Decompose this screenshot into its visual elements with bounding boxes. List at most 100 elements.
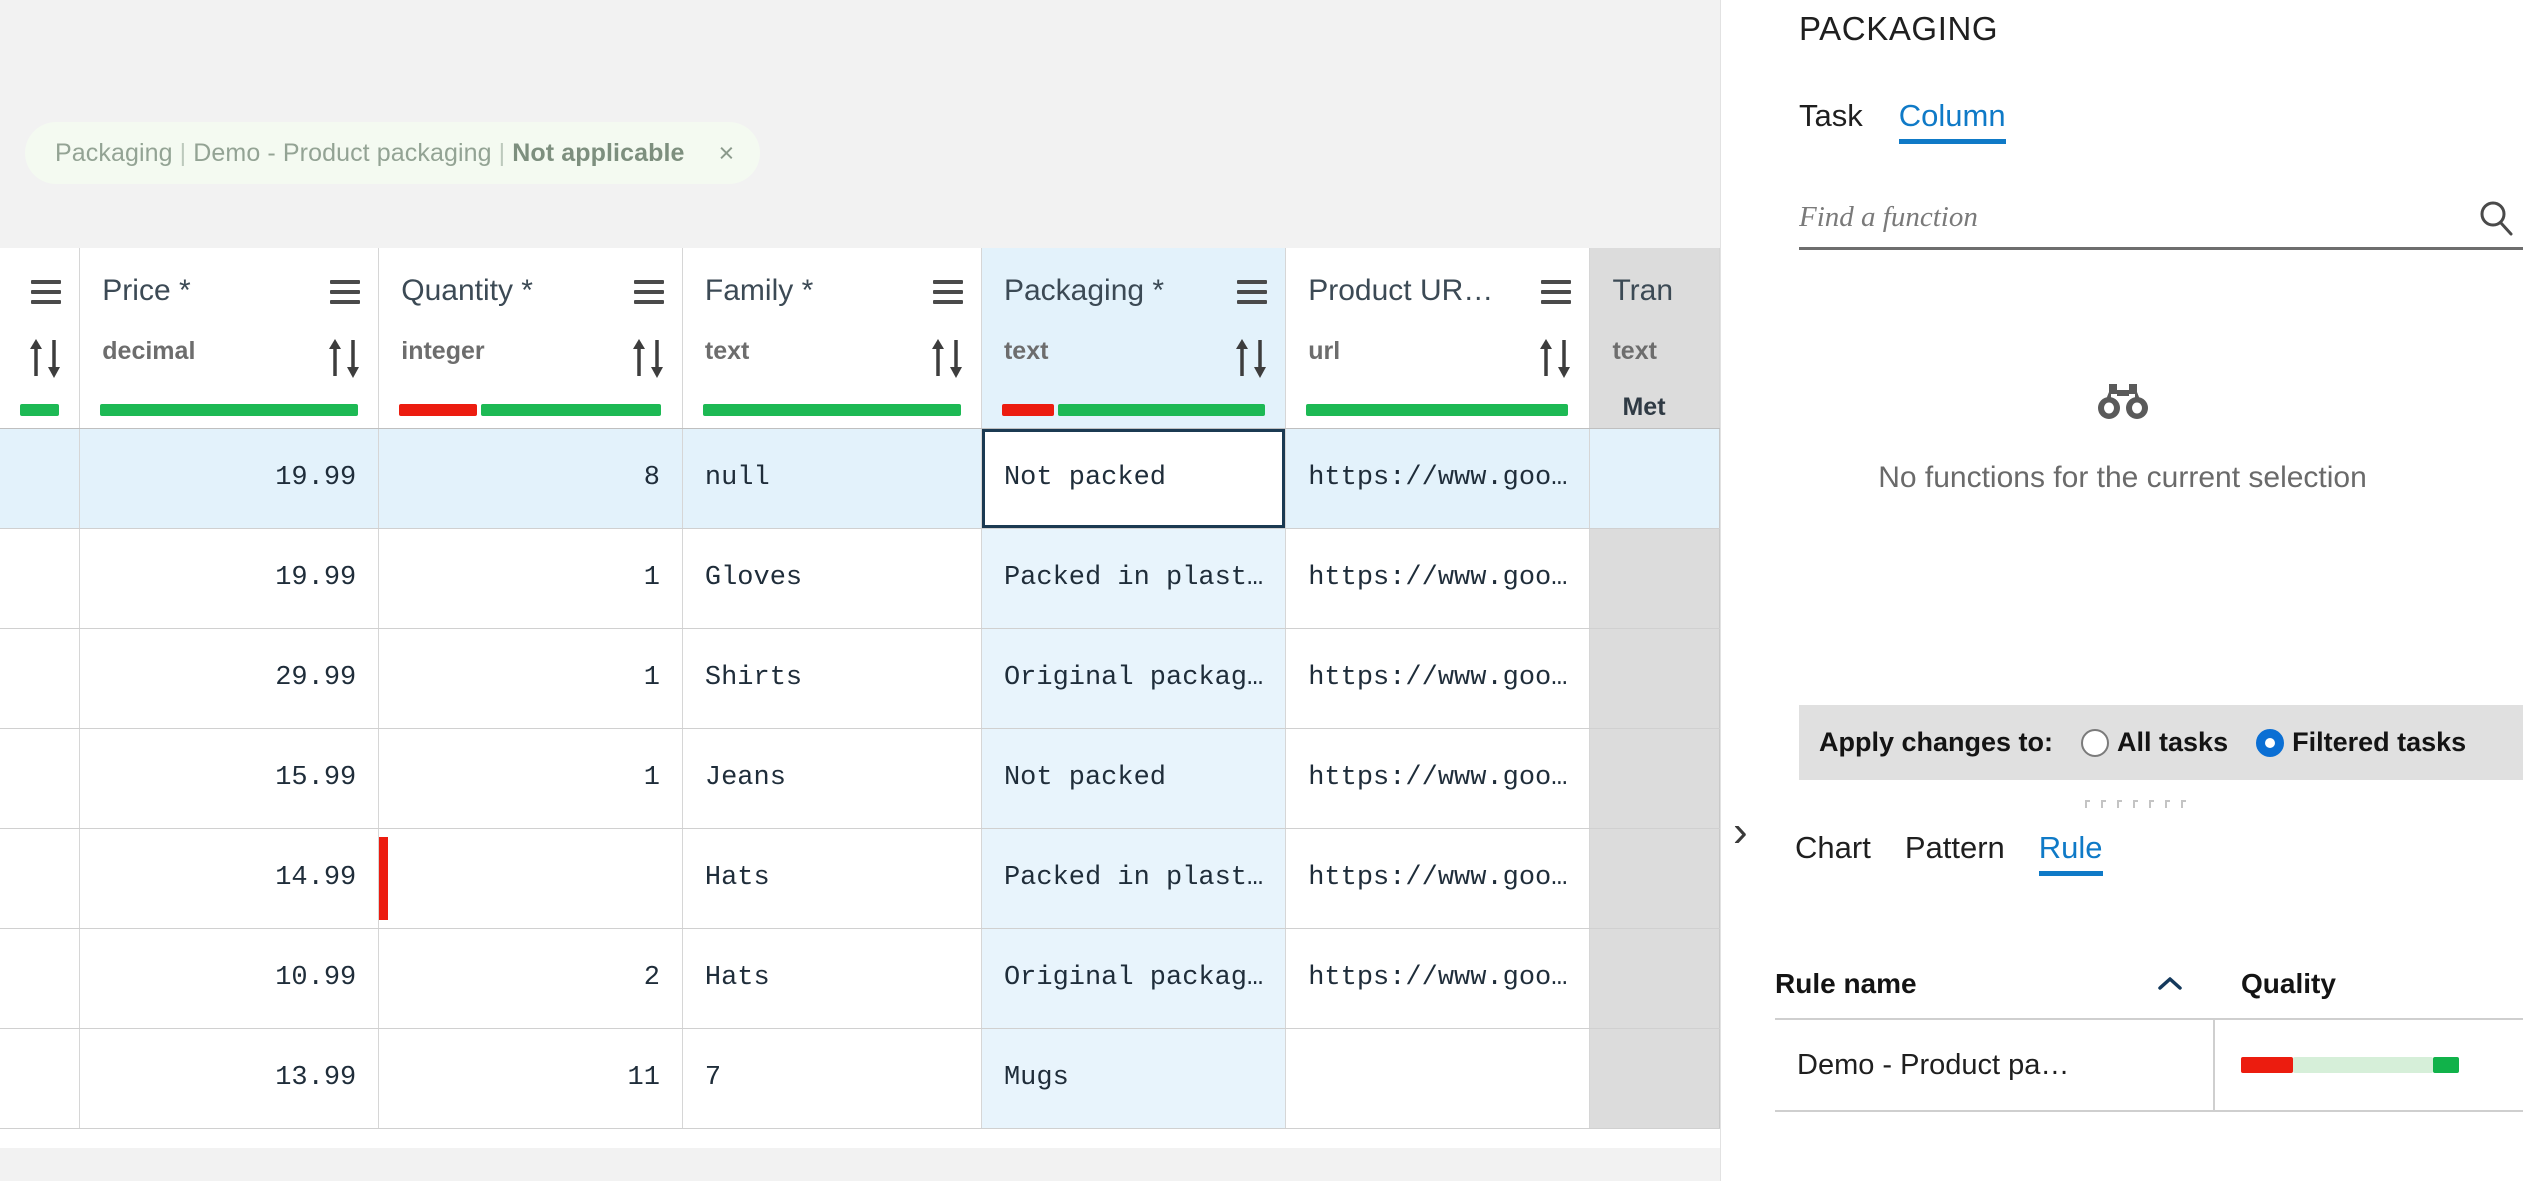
table-cell[interactable]: Gloves bbox=[682, 528, 982, 629]
table-cell-active[interactable]: Not packed bbox=[981, 428, 1287, 529]
column-menu-icon[interactable] bbox=[633, 280, 664, 304]
radio-option-filtered[interactable]: Filtered tasks bbox=[2256, 727, 2466, 758]
chevron-right-icon[interactable]: › bbox=[1733, 810, 1748, 854]
table-cell[interactable]: https://www.goo… bbox=[1285, 828, 1591, 929]
table-cell[interactable] bbox=[1589, 528, 1720, 629]
rule-name-header[interactable]: Rule name bbox=[1775, 968, 2215, 1000]
sort-asc-icon[interactable] bbox=[2155, 968, 2185, 1000]
tab-pattern[interactable]: Pattern bbox=[1905, 830, 2005, 876]
table-row[interactable]: 19.99 1 Gloves Packed in plast… https://www.… bbox=[0, 528, 1720, 629]
quality-segment bbox=[1306, 403, 1569, 416]
table-cell[interactable] bbox=[378, 828, 683, 929]
search-icon[interactable] bbox=[2476, 198, 2516, 238]
table-cell[interactable] bbox=[0, 828, 81, 929]
table-cell[interactable]: Original packag… bbox=[981, 628, 1287, 729]
table-cell[interactable]: 8 bbox=[378, 428, 683, 529]
table-cell[interactable] bbox=[0, 928, 81, 1029]
table-cell[interactable]: 14.99 bbox=[79, 828, 380, 929]
column-menu-icon[interactable] bbox=[1237, 280, 1268, 304]
column-menu-icon[interactable] bbox=[330, 280, 361, 304]
table-cell-value: 1 bbox=[643, 763, 660, 793]
table-cell[interactable]: Hats bbox=[682, 928, 982, 1029]
table-cell[interactable]: Mugs bbox=[981, 1028, 1287, 1129]
table-cell[interactable]: 15.99 bbox=[79, 728, 380, 829]
radio-option-all[interactable]: All tasks bbox=[2081, 727, 2228, 758]
quality-segment bbox=[702, 403, 961, 416]
table-cell[interactable]: 29.99 bbox=[79, 628, 380, 729]
table-cell[interactable]: Shirts bbox=[682, 628, 982, 729]
data-table-wrapper[interactable]: Price * decimal Quantity * integer Family * t… bbox=[0, 248, 1720, 1148]
table-cell[interactable] bbox=[1589, 728, 1720, 829]
tab-column[interactable]: Column bbox=[1898, 98, 2006, 144]
column-header-quantity[interactable]: Quantity * integer bbox=[378, 248, 683, 429]
table-cell[interactable]: https://www.goo… bbox=[1285, 628, 1591, 729]
filter-chip[interactable]: Packaging | Demo - Product packaging | Not a… bbox=[25, 122, 761, 184]
column-menu-icon[interactable] bbox=[1541, 280, 1572, 304]
table-cell[interactable]: Packed in plast… bbox=[981, 528, 1287, 629]
table-cell[interactable]: Original packag… bbox=[981, 928, 1287, 1029]
table-cell[interactable]: 2 bbox=[378, 928, 683, 1029]
sort-toggle-icon[interactable] bbox=[1535, 336, 1575, 380]
table-cell[interactable] bbox=[0, 1028, 81, 1129]
table-cell[interactable]: Hats bbox=[682, 828, 982, 929]
table-cell[interactable]: 1 bbox=[378, 528, 683, 629]
column-menu-icon[interactable] bbox=[932, 280, 963, 304]
column-menu-icon[interactable] bbox=[31, 280, 62, 304]
table-cell[interactable]: 13.99 bbox=[79, 1028, 380, 1129]
table-cell[interactable] bbox=[0, 728, 81, 829]
table-cell[interactable] bbox=[1589, 928, 1720, 1029]
table-cell[interactable]: https://www.goo… bbox=[1285, 528, 1591, 629]
column-header-tran[interactable]: Tran text Met bbox=[1589, 248, 1720, 429]
table-cell[interactable]: 1 bbox=[378, 728, 683, 829]
table-row[interactable]: 10.99 2 Hats Original packag… https://www.go… bbox=[0, 928, 1720, 1029]
table-row[interactable]: 15.99 1 Jeans Not packed https://www.goo… bbox=[0, 728, 1720, 829]
column-header-index[interactable] bbox=[0, 248, 81, 429]
table-cell[interactable]: https://www.goo… bbox=[1285, 928, 1591, 1029]
tab-task[interactable]: Task bbox=[1799, 98, 1863, 144]
table-cell[interactable] bbox=[1589, 428, 1720, 529]
table-cell[interactable] bbox=[0, 628, 81, 729]
radio-button[interactable] bbox=[2081, 728, 2110, 757]
rule-row[interactable]: Demo - Product pa… bbox=[1775, 1020, 2523, 1112]
table-cell[interactable] bbox=[0, 428, 81, 529]
panel-resize-grip[interactable] bbox=[2085, 800, 2186, 808]
function-search[interactable] bbox=[1799, 188, 2523, 250]
table-cell[interactable]: 11 bbox=[378, 1028, 683, 1129]
close-icon[interactable]: × bbox=[719, 139, 735, 167]
table-row[interactable]: 14.99 Hats Packed in plast… https://www.goo… bbox=[0, 828, 1720, 929]
tab-rule[interactable]: Rule bbox=[2038, 830, 2103, 876]
table-cell[interactable]: 10.99 bbox=[79, 928, 380, 1029]
table-cell[interactable]: 19.99 bbox=[79, 428, 380, 529]
table-cell[interactable]: Packed in plast… bbox=[981, 828, 1287, 929]
table-cell[interactable]: Not packed bbox=[981, 728, 1287, 829]
column-header-family[interactable]: Family * text bbox=[682, 248, 982, 429]
rule-quality-header[interactable]: Quality bbox=[2215, 968, 2523, 1000]
table-cell[interactable]: https://www.goo… bbox=[1285, 428, 1591, 529]
table-cell-value: 29.99 bbox=[275, 663, 357, 693]
search-input[interactable] bbox=[1799, 201, 2476, 234]
table-cell[interactable] bbox=[1589, 828, 1720, 929]
column-header-price[interactable]: Price * decimal bbox=[79, 248, 380, 429]
table-row[interactable]: 13.99 11 7 Mugs bbox=[0, 1028, 1720, 1129]
table-cell[interactable] bbox=[1589, 1028, 1720, 1129]
tab-chart[interactable]: Chart bbox=[1795, 830, 1871, 876]
table-cell[interactable]: 1 bbox=[378, 628, 683, 729]
sort-toggle-icon[interactable] bbox=[25, 336, 65, 380]
table-cell[interactable]: https://www.goo… bbox=[1285, 728, 1591, 829]
table-cell[interactable] bbox=[1589, 628, 1720, 729]
table-cell[interactable]: Jeans bbox=[682, 728, 982, 829]
table-cell[interactable] bbox=[1285, 1028, 1591, 1129]
table-row[interactable]: 29.99 1 Shirts Original packag… https://www.… bbox=[0, 628, 1720, 729]
sort-toggle-icon[interactable] bbox=[628, 336, 668, 380]
radio-button[interactable] bbox=[2256, 728, 2285, 757]
table-cell[interactable]: 7 bbox=[682, 1028, 982, 1129]
sort-toggle-icon[interactable] bbox=[1231, 336, 1271, 380]
table-cell[interactable]: null bbox=[682, 428, 982, 529]
column-header-packaging[interactable]: Packaging * text bbox=[981, 248, 1287, 429]
column-header-productur[interactable]: Product UR… url bbox=[1285, 248, 1591, 429]
sort-toggle-icon[interactable] bbox=[927, 336, 967, 380]
sort-toggle-icon[interactable] bbox=[324, 336, 364, 380]
table-cell[interactable] bbox=[0, 528, 81, 629]
table-cell[interactable]: 19.99 bbox=[79, 528, 380, 629]
table-row[interactable]: 19.99 8 null Not packed https://www.goo… bbox=[0, 428, 1720, 529]
